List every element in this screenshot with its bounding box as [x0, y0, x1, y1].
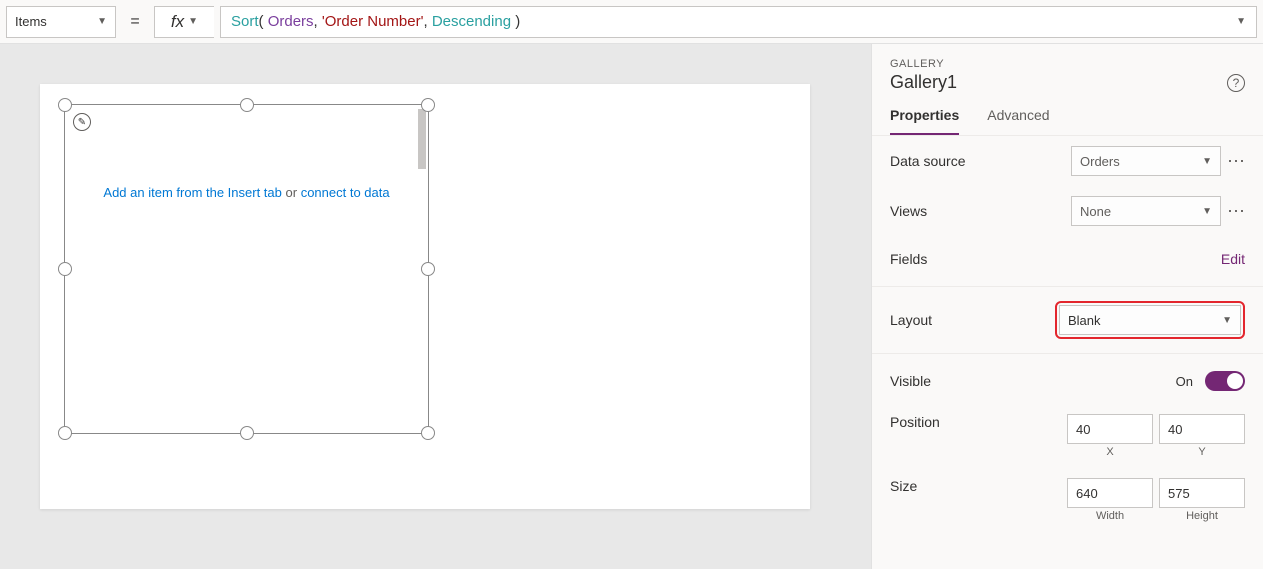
main-area: ✎ Add an item from the Insert tab or con…	[0, 44, 1263, 569]
canvas-area: ✎ Add an item from the Insert tab or con…	[0, 44, 871, 569]
visible-toggle[interactable]	[1205, 371, 1245, 391]
property-selector-label: Items	[15, 14, 47, 29]
chevron-down-icon: ▼	[188, 16, 198, 27]
views-dropdown[interactable]: None ▼	[1071, 196, 1221, 226]
size-width-input[interactable]	[1067, 478, 1153, 508]
property-selector[interactable]: Items ▼	[6, 6, 116, 38]
help-icon[interactable]: ?	[1227, 74, 1245, 92]
layout-value: Blank	[1068, 313, 1101, 328]
selected-gallery-control[interactable]: ✎ Add an item from the Insert tab or con…	[64, 104, 429, 434]
resize-handle[interactable]	[421, 262, 435, 276]
position-y-input[interactable]	[1159, 414, 1245, 444]
tab-properties[interactable]: Properties	[890, 107, 959, 135]
prop-size: Size Width Height	[872, 468, 1263, 532]
data-source-value: Orders	[1080, 154, 1120, 169]
prop-fields: Fields Edit	[872, 236, 1263, 282]
resize-handle[interactable]	[421, 426, 435, 440]
resize-handle[interactable]	[58, 426, 72, 440]
position-x-input[interactable]	[1067, 414, 1153, 444]
formula-input[interactable]: Sort( Orders, 'Order Number', Descending…	[220, 6, 1257, 38]
chevron-down-icon: ▼	[1222, 315, 1232, 326]
chevron-down-icon: ▼	[1202, 206, 1212, 217]
y-label: Y	[1159, 446, 1245, 458]
gallery-scrollbar[interactable]	[418, 109, 426, 169]
pencil-icon[interactable]: ✎	[73, 113, 91, 131]
prop-label: Size	[890, 478, 917, 494]
canvas-page[interactable]: ✎ Add an item from the Insert tab or con…	[40, 84, 810, 509]
prop-label: Layout	[890, 312, 932, 328]
prop-data-source: Data source Orders ▼ ⋯	[872, 136, 1263, 186]
prop-views: Views None ▼ ⋯	[872, 186, 1263, 236]
prop-label: Data source	[890, 153, 965, 169]
views-value: None	[1080, 204, 1111, 219]
fx-dropdown[interactable]: fx ▼	[154, 6, 214, 38]
formula-bar: Items ▼ = fx ▼ Sort( Orders, 'Order Numb…	[0, 0, 1263, 44]
resize-handle[interactable]	[58, 262, 72, 276]
fx-label: fx	[171, 12, 184, 32]
resize-handle[interactable]	[58, 98, 72, 112]
data-source-dropdown[interactable]: Orders ▼	[1071, 146, 1221, 176]
divider	[872, 353, 1263, 354]
properties-panel: GALLERY Gallery1 ? Properties Advanced D…	[871, 44, 1263, 569]
formula-text: Sort( Orders, 'Order Number', Descending…	[231, 13, 520, 30]
placeholder-or: or	[282, 185, 301, 200]
x-label: X	[1067, 446, 1153, 458]
visible-state-text: On	[1176, 374, 1193, 389]
insert-item-link[interactable]: Add an item from the Insert tab	[103, 185, 281, 200]
layout-dropdown[interactable]: Blank ▼	[1059, 305, 1241, 335]
panel-tabs: Properties Advanced	[872, 107, 1263, 136]
properties-list: Data source Orders ▼ ⋯ Views None ▼ ⋯	[872, 136, 1263, 569]
resize-handle[interactable]	[240, 426, 254, 440]
divider	[872, 286, 1263, 287]
chevron-down-icon: ▼	[97, 16, 107, 27]
width-label: Width	[1067, 510, 1153, 522]
size-height-input[interactable]	[1159, 478, 1245, 508]
more-icon[interactable]: ⋯	[1227, 151, 1245, 172]
resize-handle[interactable]	[240, 98, 254, 112]
chevron-down-icon[interactable]: ▼	[1236, 16, 1246, 27]
prop-label: Visible	[890, 373, 931, 389]
control-type-label: GALLERY	[890, 58, 1245, 70]
tab-advanced[interactable]: Advanced	[987, 107, 1049, 135]
prop-label: Views	[890, 203, 927, 219]
prop-label: Fields	[890, 251, 927, 267]
more-icon[interactable]: ⋯	[1227, 201, 1245, 222]
prop-position: Position X Y	[872, 404, 1263, 468]
control-name: Gallery1	[890, 72, 957, 93]
prop-label: Position	[890, 414, 940, 430]
resize-handle[interactable]	[421, 98, 435, 112]
gallery-placeholder: Add an item from the Insert tab or conne…	[65, 185, 428, 200]
fields-edit-link[interactable]: Edit	[1221, 251, 1245, 267]
height-label: Height	[1159, 510, 1245, 522]
layout-highlight: Blank ▼	[1055, 301, 1245, 339]
chevron-down-icon: ▼	[1202, 156, 1212, 167]
prop-visible: Visible On	[872, 358, 1263, 404]
connect-data-link[interactable]: connect to data	[301, 185, 390, 200]
panel-header: GALLERY Gallery1 ?	[872, 44, 1263, 93]
equals-sign: =	[122, 13, 148, 31]
prop-layout: Layout Blank ▼	[872, 291, 1263, 349]
